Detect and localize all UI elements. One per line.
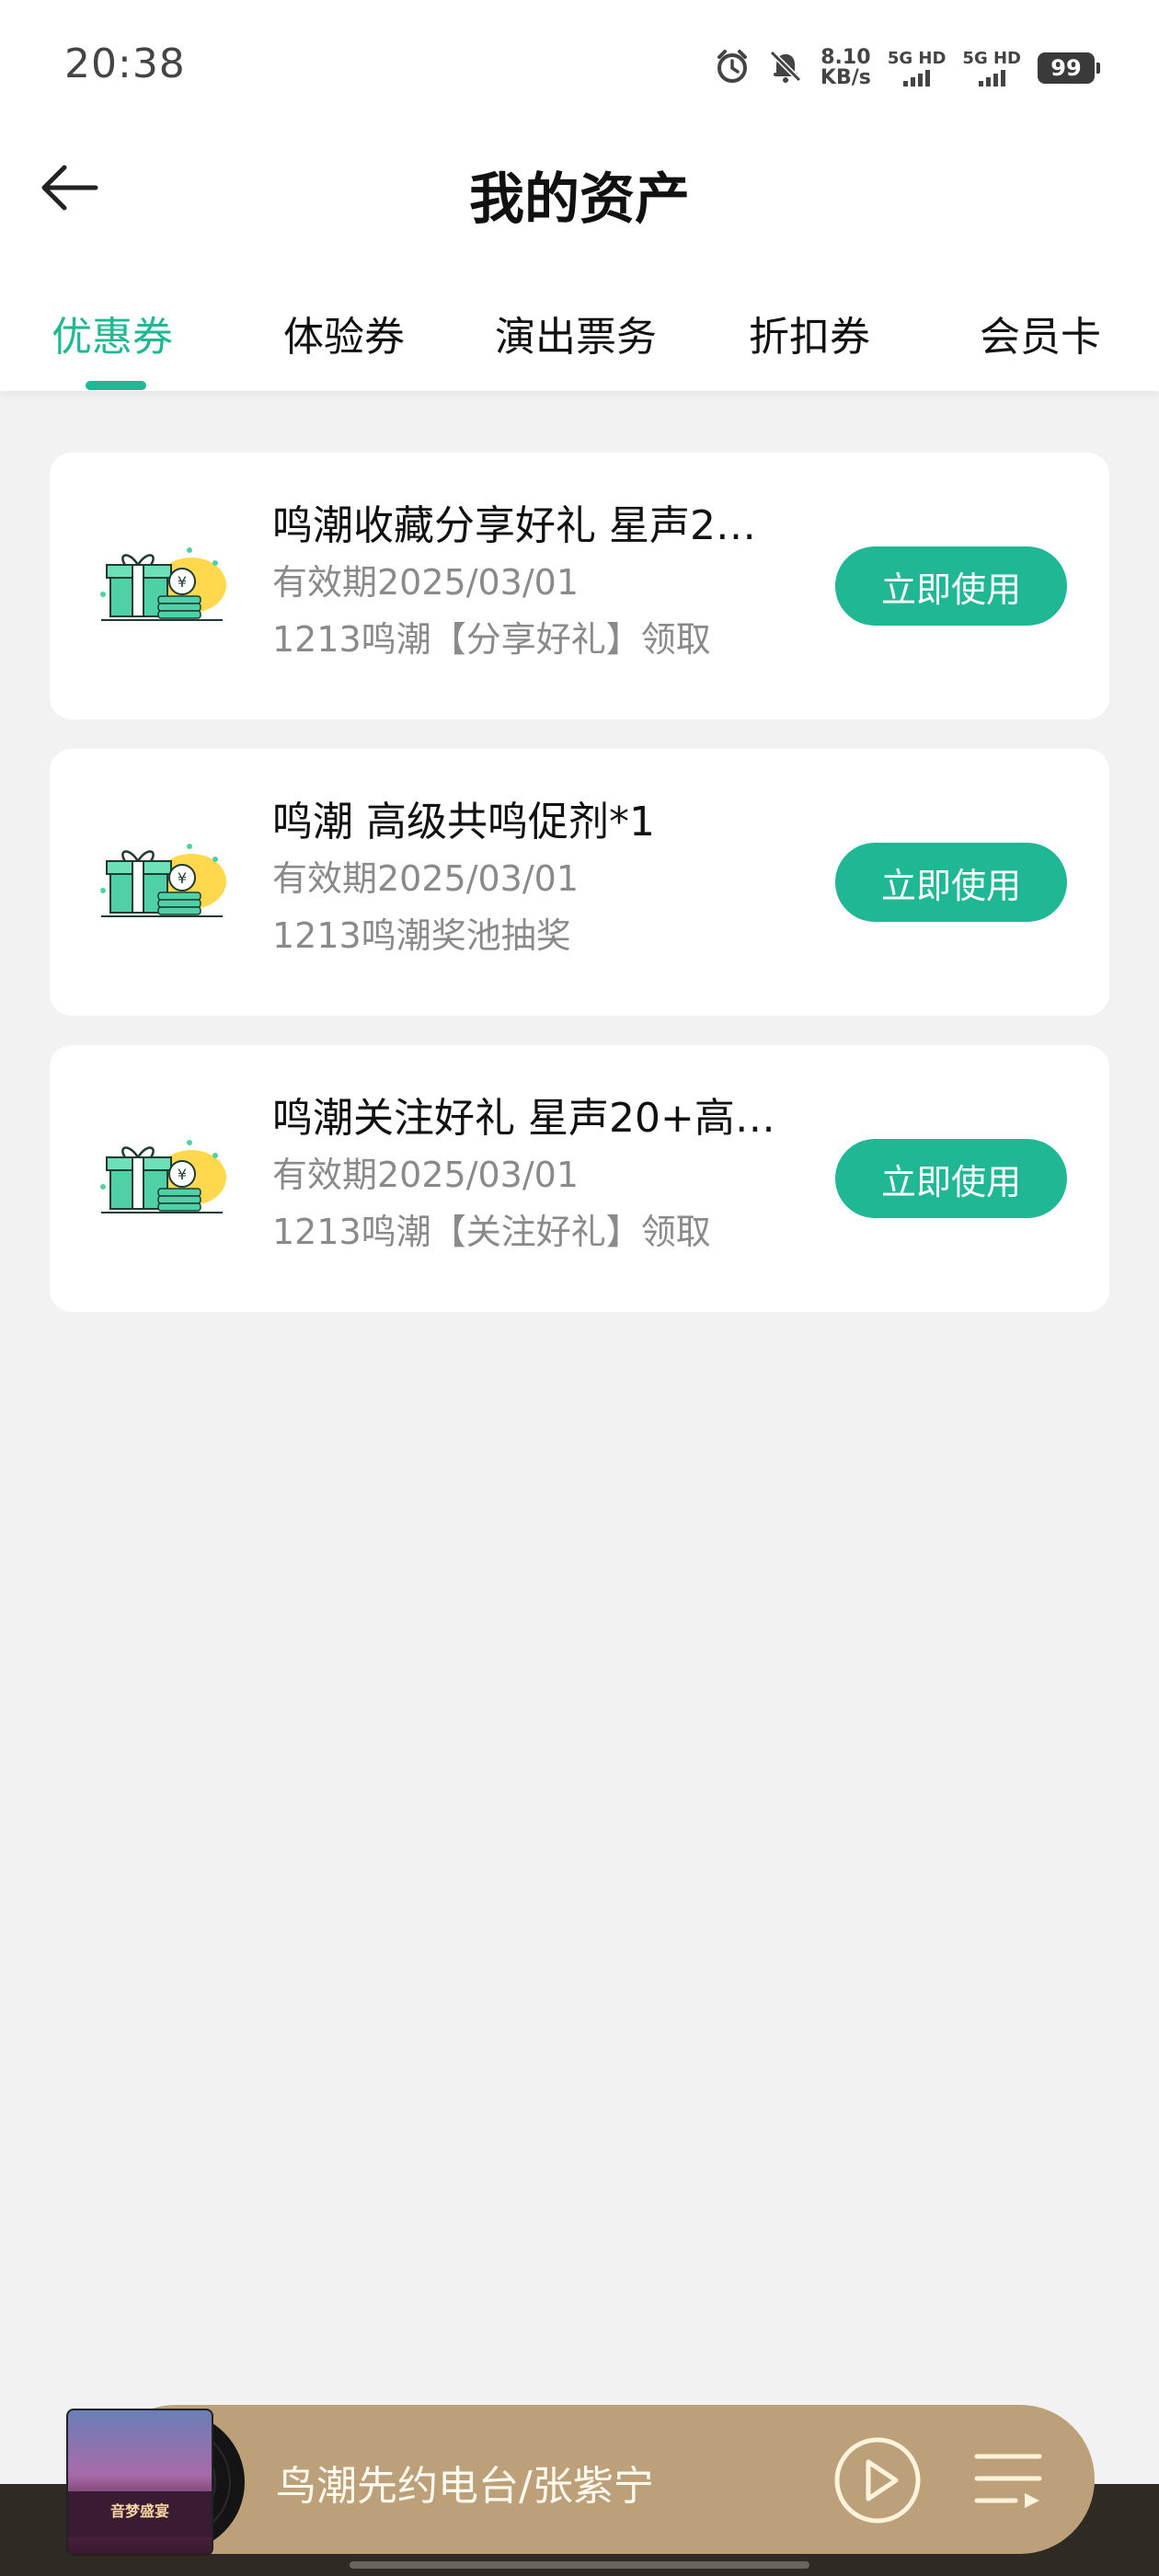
tab-membership[interactable]: 会员卡	[980, 304, 1101, 362]
coupon-title: 鸣潮关注好礼 星声20+高…	[272, 1095, 775, 1142]
track-title: 鸟潮先约电台/张紫宁	[276, 2463, 654, 2510]
tab-trial[interactable]: 体验券	[283, 304, 405, 362]
coupon-card: ¥ 鸣潮关注好礼 星声20+高… 有效期2025/03/01 1213鸣潮【关注…	[50, 1045, 1109, 1312]
gift-coupon-icon: ¥	[100, 1140, 226, 1213]
status-time: 20:38	[64, 40, 186, 87]
use-now-button[interactable]: 立即使用	[835, 546, 1067, 626]
coupon-title: 鸣潮收藏分享好礼 星声2…	[272, 502, 756, 549]
coupon-text: 鸣潮收藏分享好礼 星声2… 有效期2025/03/01 1213鸣潮【分享好礼】…	[272, 499, 824, 668]
use-now-button[interactable]: 立即使用	[835, 1139, 1067, 1218]
coupon-validity: 有效期2025/03/01	[272, 562, 580, 603]
sim2-signal: 5G HD	[962, 50, 1021, 86]
tab-coupons[interactable]: 优惠券	[52, 304, 173, 362]
coupon-source: 1213鸣潮【关注好礼】领取	[272, 1212, 711, 1252]
battery-level: 99	[1050, 55, 1082, 81]
home-handle[interactable]	[350, 2561, 809, 2569]
page-title: 我的资产	[469, 167, 690, 232]
play-button[interactable]	[833, 2436, 922, 2524]
coupon-source: 1213鸣潮【分享好礼】领取	[272, 619, 711, 660]
alarm-icon	[714, 48, 751, 88]
tab-tickets[interactable]: 演出票务	[495, 304, 657, 362]
mute-bell-icon	[767, 48, 804, 88]
coupon-title: 鸣潮 高级共鸣促剂*1	[272, 799, 655, 845]
status-icons: 8.10 KB/s 5G HD 5G HD 99	[714, 48, 1100, 88]
net-speed: 8.10 KB/s	[820, 48, 871, 88]
signal-icon	[903, 68, 931, 86]
signal-icon	[978, 68, 1005, 86]
coupon-validity: 有效期2025/03/01	[272, 1155, 580, 1195]
coupon-card: ¥ 鸣潮收藏分享好礼 星声2… 有效期2025/03/01 1213鸣潮【分享好…	[50, 453, 1109, 719]
asset-tabs: 优惠券 体验券 演出票务 折扣券 会员卡	[0, 239, 1159, 391]
svg-text:¥: ¥	[178, 1166, 187, 1183]
coupon-validity: 有效期2025/03/01	[272, 858, 580, 899]
coupon-card: ¥ 鸣潮 高级共鸣促剂*1 有效期2025/03/01 1213鸣潮奖池抽奖 立…	[50, 749, 1109, 1016]
album-art[interactable]: 音梦盛宴	[66, 2409, 213, 2556]
status-bar: 20:38 8.10 KB/s 5G HD 5G HD 99	[0, 0, 1159, 138]
gift-coupon-icon: ¥	[100, 844, 226, 917]
tab-discount[interactable]: 折扣券	[749, 304, 870, 362]
tab-active-indicator	[86, 381, 146, 390]
sim2-label: 5G HD	[962, 49, 1021, 68]
header: 我的资产	[0, 138, 1159, 239]
sim1-signal: 5G HD	[887, 49, 947, 86]
album-art-text: 音梦盛宴	[109, 2502, 169, 2520]
battery-icon: 99	[1038, 52, 1100, 84]
sim1-label: 5G HD	[887, 49, 947, 68]
gift-coupon-icon: ¥	[100, 547, 226, 621]
net-speed-unit: KB/s	[820, 66, 871, 89]
net-speed-value: 8.10	[820, 46, 871, 69]
svg-text:¥: ¥	[178, 573, 187, 591]
svg-text:¥: ¥	[178, 869, 187, 887]
coupon-source: 1213鸣潮奖池抽奖	[272, 915, 571, 956]
coupon-text: 鸣潮关注好礼 星声20+高… 有效期2025/03/01 1213鸣潮【关注好礼…	[272, 1091, 824, 1260]
use-now-button[interactable]: 立即使用	[835, 843, 1067, 922]
coupon-list: ¥ 鸣潮收藏分享好礼 星声2… 有效期2025/03/01 1213鸣潮【分享好…	[50, 453, 1109, 1341]
playlist-button[interactable]	[973, 2447, 1043, 2512]
coupon-text: 鸣潮 高级共鸣促剂*1 有效期2025/03/01 1213鸣潮奖池抽奖	[272, 795, 824, 964]
